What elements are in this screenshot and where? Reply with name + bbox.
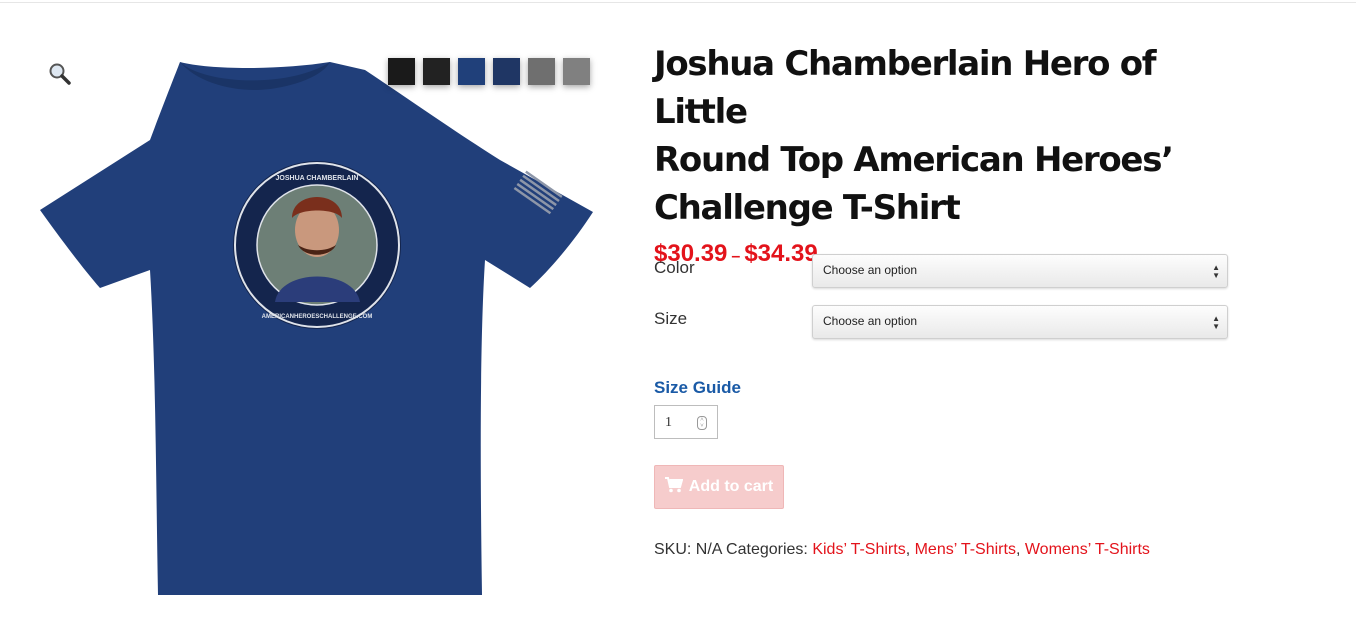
price-separator: –: [731, 248, 741, 265]
thumbnail-6[interactable]: [563, 58, 590, 85]
size-label: Size: [654, 309, 688, 328]
sku-label: SKU:: [654, 541, 692, 558]
product-title: Joshua Chamberlain Hero of Little Round …: [654, 40, 1254, 232]
thumbnail-3[interactable]: [458, 58, 485, 85]
title-line-1: Joshua Chamberlain Hero of Little: [654, 44, 1157, 132]
category-separator: ,: [905, 541, 911, 558]
quantity-stepper[interactable]: 1 ˄ ˅: [654, 405, 718, 439]
category-link-mens[interactable]: Mens’ T-Shirts: [915, 541, 1016, 558]
select-arrows-icon: ▲ ▼: [1212, 314, 1220, 331]
size-select-value: Choose an option: [823, 314, 918, 328]
cart-icon: [664, 476, 684, 498]
categories-label: Categories:: [726, 541, 808, 558]
select-arrows-icon: ▲ ▼: [1212, 263, 1220, 280]
add-to-cart-label: Add to cart: [688, 478, 774, 495]
add-to-cart-button[interactable]: Add to cart: [654, 465, 784, 509]
category-separator: ,: [1015, 541, 1021, 558]
size-select[interactable]: Choose an option ▲ ▼: [812, 305, 1228, 339]
product-image[interactable]: JOSHUA CHAMBERLAIN AMERICANHEROESCHALLEN…: [30, 40, 610, 619]
product-summary: Joshua Chamberlain Hero of Little Round …: [654, 40, 1254, 268]
color-label: Color: [654, 258, 695, 277]
thumbnail-5[interactable]: [528, 58, 555, 85]
category-link-womens[interactable]: Womens’ T-Shirts: [1025, 541, 1150, 558]
price-high: $34.39: [744, 240, 818, 267]
thumbnail-4[interactable]: [493, 58, 520, 85]
title-line-3: Challenge T-Shirt: [654, 188, 961, 228]
size-guide-link[interactable]: Size Guide: [654, 378, 741, 398]
color-select[interactable]: Choose an option ▲ ▼: [812, 254, 1228, 288]
quantity-value: 1: [665, 415, 672, 430]
emblem-bottom-text: AMERICANHEROESCHALLENGE.COM: [262, 314, 373, 320]
sku-value: N/A: [695, 541, 722, 558]
top-divider: [0, 2, 1356, 3]
category-link-kids[interactable]: Kids’ T-Shirts: [812, 541, 905, 558]
thumbnail-2[interactable]: [423, 58, 450, 85]
stepper-arrows-icon[interactable]: ˄ ˅: [697, 416, 707, 430]
product-meta: SKU: N/A Categories: Kids’ T-Shirts, Men…: [654, 541, 1150, 559]
magnifier-icon[interactable]: [48, 62, 72, 86]
emblem-top-text: JOSHUA CHAMBERLAIN: [276, 175, 359, 182]
title-line-2: Round Top American Heroes’: [654, 140, 1174, 180]
product-gallery: JOSHUA CHAMBERLAIN AMERICANHEROESCHALLEN…: [30, 40, 610, 619]
color-select-value: Choose an option: [823, 263, 918, 277]
gallery-thumbnails: [388, 58, 590, 85]
thumbnail-1[interactable]: [388, 58, 415, 85]
